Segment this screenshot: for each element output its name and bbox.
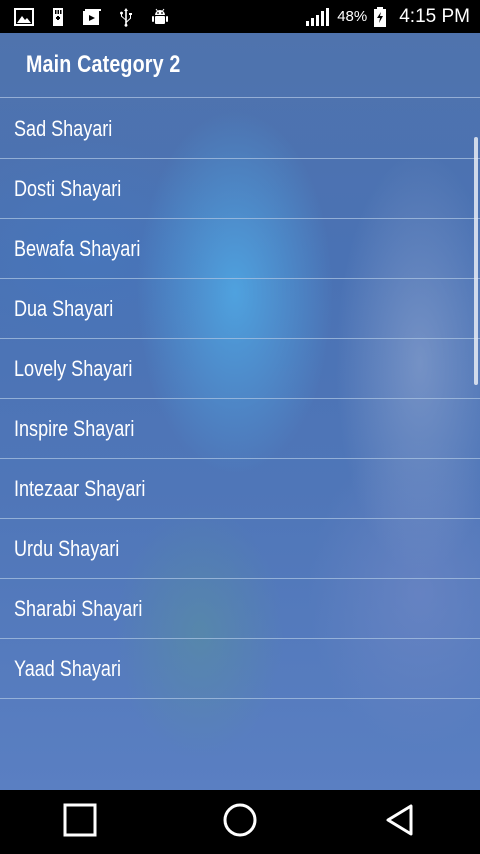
list-item[interactable]: Urdu Shayari (0, 519, 480, 579)
list-item[interactable]: Sharabi Shayari (0, 579, 480, 639)
list-item[interactable]: Lovely Shayari (0, 339, 480, 399)
notification-icons (14, 7, 170, 27)
list-item[interactable]: Bewafa Shayari (0, 219, 480, 279)
app-header: Main Category 2 (0, 33, 480, 98)
list-item-label: Sharabi Shayari (14, 595, 143, 621)
navigation-bar (0, 790, 480, 854)
home-icon (222, 802, 258, 842)
page-title: Main Category 2 (26, 51, 181, 78)
android-debug-icon (150, 7, 170, 27)
recent-apps-button[interactable] (50, 797, 110, 847)
list-item[interactable]: Dua Shayari (0, 279, 480, 339)
back-button[interactable] (370, 797, 430, 847)
media-icon (82, 7, 102, 27)
list-item[interactable]: Yaad Shayari (0, 639, 480, 699)
system-status: 48% 4:15 PM (305, 6, 470, 28)
list-item-label: Yaad Shayari (14, 655, 121, 681)
recent-apps-icon (63, 803, 97, 841)
sd-card-icon (48, 7, 68, 27)
image-icon (14, 7, 34, 27)
signal-icon (305, 7, 331, 27)
list-item[interactable]: Intezaar Shayari (0, 459, 480, 519)
battery-percent: 48% (337, 8, 368, 25)
list-scrollbar[interactable] (474, 137, 478, 385)
battery-icon (373, 6, 387, 27)
list-item-label: Bewafa Shayari (14, 235, 141, 261)
clock: 4:15 PM (399, 5, 470, 27)
status-bar: 48% 4:15 PM (0, 0, 480, 33)
list-item[interactable]: Inspire Shayari (0, 399, 480, 459)
usb-icon (116, 7, 136, 27)
list-item-label: Intezaar Shayari (14, 475, 146, 501)
back-icon (383, 803, 417, 841)
app-screen: Main Category 2 Sad Shayari Dosti Shayar… (0, 33, 480, 790)
list-item[interactable]: Sad Shayari (0, 99, 480, 159)
list-item-label: Dua Shayari (14, 295, 114, 321)
category-list: Sad Shayari Dosti Shayari Bewafa Shayari… (0, 99, 480, 699)
list-item-label: Inspire Shayari (14, 415, 135, 441)
list-item-label: Urdu Shayari (14, 535, 120, 561)
list-item[interactable]: Dosti Shayari (0, 159, 480, 219)
list-item-label: Lovely Shayari (14, 355, 133, 381)
list-item-label: Dosti Shayari (14, 175, 122, 201)
list-item-label: Sad Shayari (14, 115, 113, 141)
home-button[interactable] (210, 797, 270, 847)
